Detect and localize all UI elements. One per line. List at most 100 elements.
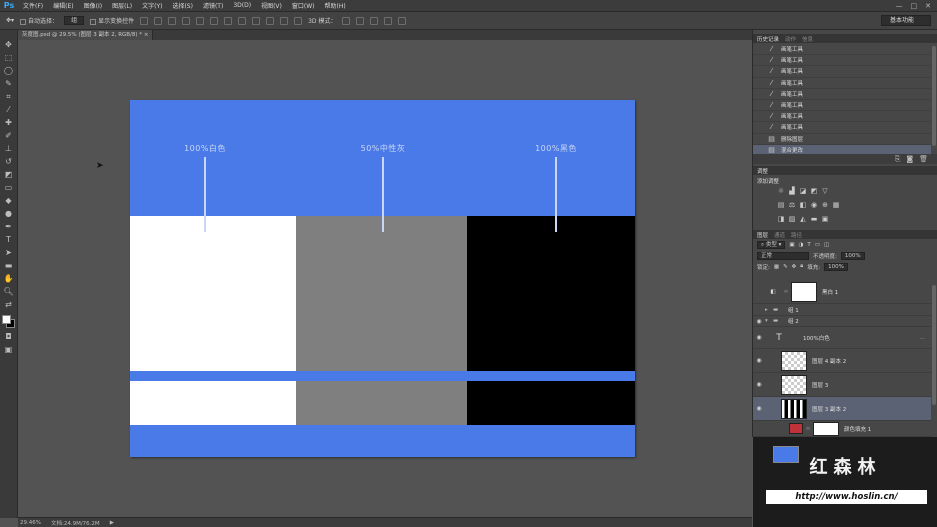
layer-row-active[interactable]: ◉ 图层 3 副本 2 (753, 397, 931, 421)
filter-type-icon[interactable]: T (807, 242, 810, 248)
levels-icon[interactable]: ▟ (788, 187, 796, 195)
menu-select[interactable]: 选择(S) (167, 1, 198, 10)
swap-colors-icon[interactable]: ⇄ (3, 300, 14, 310)
menu-filter[interactable]: 滤镜(T) (198, 1, 228, 10)
color-swatches[interactable] (1, 315, 16, 329)
distribute-right-icon[interactable] (294, 16, 303, 25)
menu-file[interactable]: 文件(F) (18, 1, 48, 10)
align-middle-icon[interactable] (154, 16, 163, 25)
minimize-icon[interactable]: — (896, 2, 903, 10)
gradient-tool-icon[interactable]: ▭ (3, 183, 14, 193)
eye-icon[interactable]: ◉ (753, 381, 765, 388)
filter-adjust-icon[interactable]: ◑ (799, 242, 804, 248)
tab-actions[interactable]: 动作 (785, 35, 796, 43)
opacity-input[interactable]: 100% (840, 251, 865, 260)
path-select-tool-icon[interactable]: ➤ (3, 248, 14, 258)
brightness-icon[interactable]: ☼ (777, 187, 785, 195)
history-item[interactable]: ⁄ 画笔工具 (753, 44, 931, 56)
menu-layer[interactable]: 图层(L) (107, 1, 137, 10)
layer-row[interactable]: ▸ ▬ 组 1 (753, 305, 931, 316)
foreground-color-swatch[interactable] (1, 315, 11, 324)
snapshot-icon[interactable]: ◙ (906, 154, 913, 164)
history-item[interactable]: ⁄ 画笔工具 (753, 66, 931, 78)
rectangle-tool-icon[interactable]: ▬ (3, 261, 14, 271)
menu-edit[interactable]: 编辑(E) (48, 1, 78, 10)
history-item[interactable]: ⁄ 画笔工具 (753, 122, 931, 134)
close-icon[interactable]: ✕ (925, 2, 931, 10)
filter-shape-icon[interactable]: ▭ (815, 242, 820, 248)
color-balance-icon[interactable]: ⚖ (788, 201, 796, 209)
menu-image[interactable]: 图像(I) (79, 1, 107, 10)
selective-color-icon[interactable]: ▣ (821, 215, 829, 223)
filter-pixel-icon[interactable]: ▣ (789, 242, 794, 248)
eyedropper-tool-icon[interactable]: ⁄ (3, 105, 14, 115)
auto-select-dropdown[interactable]: 组 (64, 16, 85, 25)
layer-row[interactable]: ◉ 图层 3 (753, 373, 931, 397)
crop-tool-icon[interactable]: ⌗ (3, 92, 14, 102)
healing-brush-tool-icon[interactable]: ✚ (3, 118, 14, 128)
trash-icon[interactable]: 🗑︎ (919, 154, 928, 164)
show-transform-checkbox[interactable]: 显示变换控件 (90, 16, 134, 25)
black-white-icon[interactable]: ◧ (799, 201, 807, 209)
menu-help[interactable]: 帮助(H) (320, 1, 351, 10)
history-brush-tool-icon[interactable]: ↺ (3, 157, 14, 167)
tab-info[interactable]: 信息 (802, 35, 813, 43)
lock-transparent-icon[interactable]: ▦ (774, 264, 779, 270)
hand-tool-icon[interactable]: ✋ (3, 274, 14, 284)
menu-3d[interactable]: 3D(D) (228, 2, 256, 9)
screen-mode-icon[interactable]: ▣ (3, 345, 14, 355)
status-menu-arrow-icon[interactable]: ▶ (110, 520, 114, 526)
distribute-left-icon[interactable] (266, 16, 275, 25)
posterize-icon[interactable]: ▨ (788, 215, 796, 223)
photo-filter-icon[interactable]: ◉ (810, 201, 818, 209)
curves-icon[interactable]: ◪ (799, 187, 807, 195)
tab-adjustments[interactable]: 调整 (757, 167, 768, 175)
history-item[interactable]: ⁄ 画笔工具 (753, 55, 931, 67)
clone-stamp-tool-icon[interactable]: ⊥ (3, 144, 14, 154)
lock-position-icon[interactable]: ✥ (792, 264, 797, 270)
quick-select-tool-icon[interactable]: ✎ (3, 79, 14, 89)
tab-close-icon[interactable]: × (144, 32, 149, 38)
drag-3d-icon[interactable] (370, 16, 379, 25)
lock-pixels-icon[interactable]: ✎ (783, 264, 788, 270)
hue-saturation-icon[interactable]: ▤ (777, 201, 785, 209)
tab-channels[interactable]: 通道 (774, 231, 785, 239)
type-tool-icon[interactable]: T (3, 235, 14, 245)
channel-mixer-icon[interactable]: ⊕ (821, 201, 829, 209)
maximize-icon[interactable]: □ (911, 2, 918, 10)
move-tool-icon[interactable]: ✥ (3, 40, 14, 50)
scale-3d-icon[interactable] (398, 16, 407, 25)
eye-icon[interactable]: ◉ (753, 357, 765, 364)
menu-window[interactable]: 窗口(W) (287, 1, 320, 10)
history-item[interactable]: ⁄ 画笔工具 (753, 111, 931, 123)
marquee-tool-icon[interactable]: ⬚ (3, 53, 14, 63)
tab-paths[interactable]: 路径 (791, 231, 802, 239)
zoom-tool-icon[interactable]: 🔍︎ (3, 287, 14, 297)
new-document-from-state-icon[interactable]: ⎘ (895, 154, 901, 164)
align-right-icon[interactable] (210, 16, 219, 25)
eraser-tool-icon[interactable]: ◩ (3, 170, 14, 180)
distribute-center-icon[interactable] (280, 16, 289, 25)
invert-icon[interactable]: ◨ (777, 215, 785, 223)
rotate-3d-icon[interactable] (342, 16, 351, 25)
filter-smart-icon[interactable]: ◫ (824, 242, 829, 248)
dodge-tool-icon[interactable]: ● (3, 209, 14, 219)
document-tab[interactable]: 灰度图.psd @ 29.5% (图层 3 副本 2, RGB/8) * × (18, 30, 154, 40)
menu-view[interactable]: 视图(V) (256, 1, 287, 10)
collapse-arrow-icon[interactable]: ▾ (765, 318, 773, 324)
distribute-middle-icon[interactable] (238, 16, 247, 25)
tab-layers[interactable]: 图层 (757, 231, 768, 239)
history-item[interactable]: ⁄ 画笔工具 (753, 100, 931, 112)
lasso-tool-icon[interactable]: ◯ (3, 66, 14, 76)
history-scrollbar[interactable] (932, 46, 936, 146)
slide-3d-icon[interactable] (384, 16, 393, 25)
align-top-icon[interactable] (140, 16, 149, 25)
expand-arrow-icon[interactable]: ▸ (765, 307, 773, 313)
align-bottom-icon[interactable] (168, 16, 177, 25)
quick-mask-icon[interactable]: ◘ (3, 332, 14, 342)
gradient-map-icon[interactable]: ▬ (810, 215, 818, 223)
color-lookup-icon[interactable]: ▦ (832, 201, 840, 209)
align-center-icon[interactable] (196, 16, 205, 25)
vibrance-icon[interactable]: ▽ (821, 187, 829, 195)
roll-3d-icon[interactable] (356, 16, 365, 25)
